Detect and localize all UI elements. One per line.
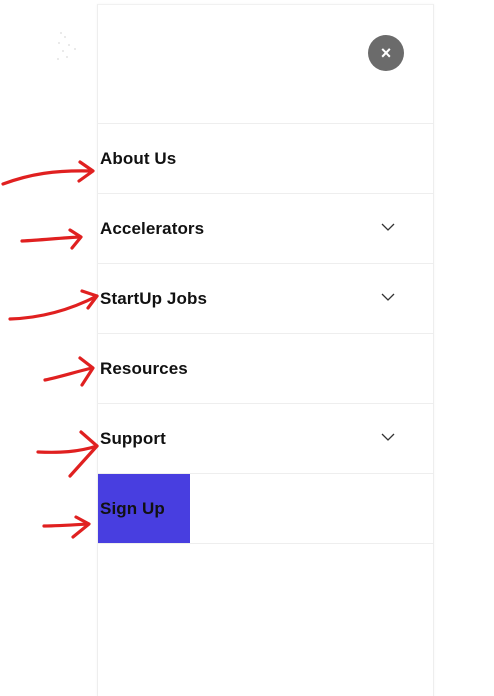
nav-menu: About Us Accelerators StartUp Jobs Resou… xyxy=(98,123,433,544)
close-button[interactable]: × xyxy=(368,35,404,71)
menu-item-label: Resources xyxy=(100,358,188,378)
menu-item-label: Accelerators xyxy=(100,218,205,238)
chevron-down-icon[interactable] xyxy=(381,430,395,444)
hand-drawn-arrow-icon xyxy=(36,430,99,478)
menu-item-accelerators[interactable]: Accelerators xyxy=(98,194,433,264)
menu-item-sign-up: Sign Up xyxy=(98,474,433,544)
menu-item-resources[interactable]: Resources xyxy=(98,334,433,404)
sign-up-button[interactable]: Sign Up xyxy=(98,474,190,543)
hand-drawn-arrow-icon xyxy=(42,515,91,539)
close-icon: × xyxy=(380,43,392,63)
hand-drawn-arrow-icon xyxy=(20,228,83,250)
sign-up-label: Sign Up xyxy=(100,498,165,518)
chevron-down-icon[interactable] xyxy=(381,290,395,304)
menu-item-about-us[interactable]: About Us xyxy=(98,124,433,194)
screenshot-stage: × About Us Accelerators StartUp Jobs Res… xyxy=(0,0,494,696)
hand-drawn-arrow-icon xyxy=(43,356,95,387)
menu-item-label: StartUp Jobs xyxy=(100,288,207,308)
mobile-nav-drawer: × About Us Accelerators StartUp Jobs Res… xyxy=(97,4,434,696)
menu-item-startup-jobs[interactable]: StartUp Jobs xyxy=(98,264,433,334)
hand-drawn-arrow-icon xyxy=(8,289,99,321)
menu-item-label: About Us xyxy=(100,148,177,168)
hand-drawn-arrow-icon xyxy=(1,160,95,186)
faint-logo-icon xyxy=(54,30,84,64)
menu-item-label: Support xyxy=(100,428,166,448)
chevron-down-icon[interactable] xyxy=(381,220,395,234)
menu-item-support[interactable]: Support xyxy=(98,404,433,474)
